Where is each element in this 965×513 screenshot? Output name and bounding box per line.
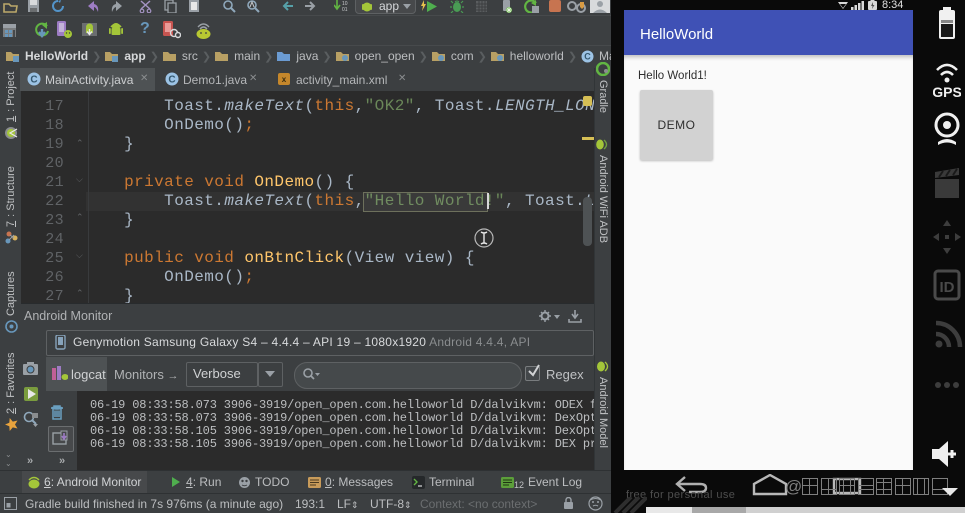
svg-text:ID: ID bbox=[940, 279, 955, 296]
svg-text:GPS: GPS bbox=[933, 84, 961, 100]
svg-text:C: C bbox=[168, 75, 175, 86]
svg-text:x: x bbox=[282, 75, 287, 84]
svg-text:C: C bbox=[584, 51, 591, 61]
svg-text:C: C bbox=[30, 75, 37, 86]
svg-text:01: 01 bbox=[342, 7, 348, 13]
